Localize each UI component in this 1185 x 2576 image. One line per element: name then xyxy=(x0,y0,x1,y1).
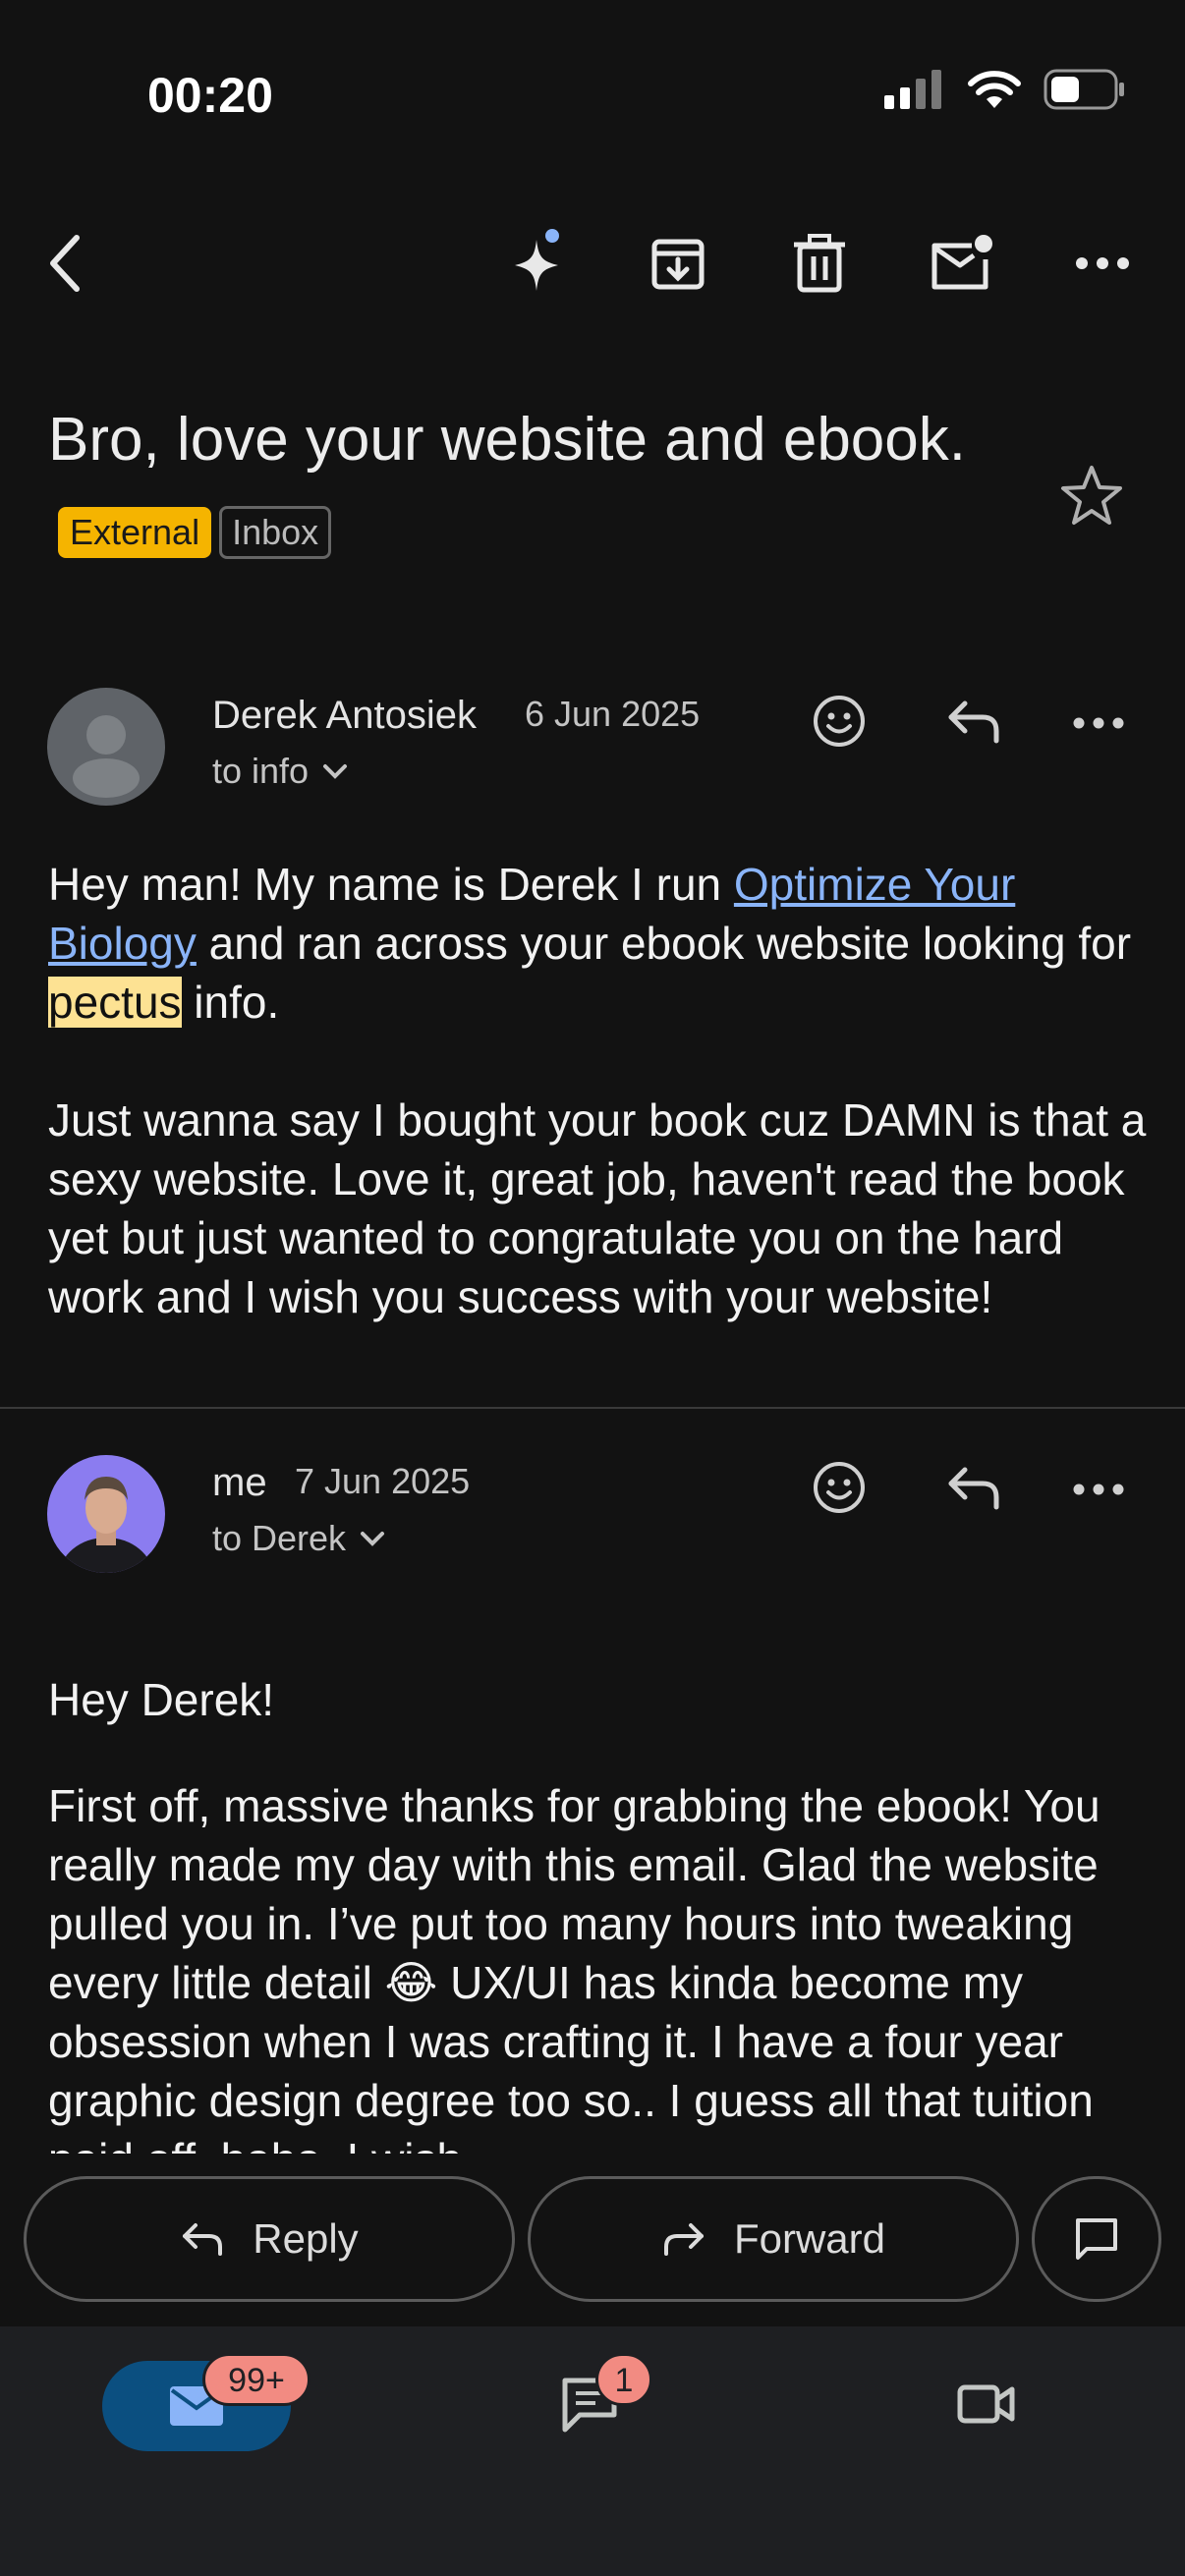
search-highlight: pectus xyxy=(48,977,182,1028)
email-subject: Bro, love your website and ebook. Externa… xyxy=(48,393,1031,582)
my-avatar[interactable] xyxy=(47,1455,165,1573)
body-text: and ran across your ebook website lookin… xyxy=(196,918,1132,969)
mark-unread-button[interactable] xyxy=(926,228,996,299)
recipients-text: to Derek xyxy=(212,1518,347,1558)
body-paragraph: Just wanna say I bought your book cuz DA… xyxy=(48,1094,1147,1322)
forward-label: Forward xyxy=(733,2215,886,2262)
video-camera-icon xyxy=(957,2384,1015,2424)
sender-name: Derek Antosiek xyxy=(212,694,478,737)
status-time: 00:20 xyxy=(147,68,273,123)
message-more-button[interactable] xyxy=(1073,716,1124,734)
reply-icon xyxy=(183,2223,223,2256)
chat-reply-button[interactable] xyxy=(1032,2176,1161,2302)
body-paragraph: First off, massive thanks for grabbing t… xyxy=(48,1776,1149,2154)
body-text: info. xyxy=(181,977,280,1028)
mark-unread-icon xyxy=(931,235,992,290)
battery-icon xyxy=(1044,69,1124,110)
nav-meet[interactable] xyxy=(957,2381,1016,2432)
external-label: External xyxy=(58,506,212,558)
profile-photo-icon xyxy=(59,1477,153,1573)
archive-icon xyxy=(651,239,705,290)
reply-message-button[interactable] xyxy=(945,698,1002,750)
back-button[interactable] xyxy=(29,228,100,299)
reply-label: Reply xyxy=(253,2215,359,2262)
chat-bubble-icon xyxy=(1076,2218,1117,2260)
sparkle-icon xyxy=(515,229,559,291)
person-icon xyxy=(73,715,140,798)
message-divider xyxy=(0,1407,1185,1409)
more-icon xyxy=(1076,257,1129,269)
chat-unread-badge: 1 xyxy=(595,2353,652,2406)
body-paragraph: Hey Derek! xyxy=(48,1674,275,1725)
chevron-left-icon xyxy=(50,235,80,292)
forward-icon xyxy=(663,2223,704,2256)
message-more-button[interactable] xyxy=(1073,1483,1124,1500)
wifi-icon xyxy=(968,71,1021,108)
mail-unread-badge: 99+ xyxy=(202,2353,310,2406)
inbox-label[interactable]: Inbox xyxy=(219,505,332,559)
more-icon xyxy=(1073,717,1124,729)
cellular-signal-icon xyxy=(884,70,941,109)
react-button[interactable] xyxy=(812,1460,867,1520)
reply-icon xyxy=(948,1467,999,1510)
sender-avatar[interactable] xyxy=(47,688,165,806)
recipients-toggle[interactable]: to info xyxy=(212,751,348,792)
delete-button[interactable] xyxy=(784,228,855,299)
archive-button[interactable] xyxy=(643,228,713,299)
react-button[interactable] xyxy=(812,694,867,754)
subject-text: Bro, love your website and ebook. xyxy=(48,406,966,474)
forward-button[interactable]: Forward xyxy=(528,2176,1019,2302)
star-icon xyxy=(1061,466,1122,525)
message-date: 7 Jun 2025 xyxy=(295,1461,471,1501)
sender-name: me xyxy=(212,1461,267,1504)
more-icon xyxy=(1073,1484,1124,1495)
recipients-text: to info xyxy=(212,751,310,791)
reply-icon xyxy=(948,700,999,744)
star-button[interactable] xyxy=(1059,464,1124,532)
emoji-icon xyxy=(814,1462,865,1513)
message-body: Hey Derek! First off, massive thanks for… xyxy=(48,1670,1149,2154)
gemini-button[interactable] xyxy=(501,228,572,299)
reply-button[interactable]: Reply xyxy=(24,2176,515,2302)
message-body: Hey man! My name is Derek I run Optimize… xyxy=(48,855,1149,1326)
trash-icon xyxy=(794,234,845,293)
laughing-emoji: 😂 xyxy=(384,1957,438,2008)
body-text: Hey man! My name is Derek I run xyxy=(48,859,734,910)
chevron-down-icon xyxy=(361,1532,385,1546)
message-date: 6 Jun 2025 xyxy=(525,694,701,734)
recipients-toggle[interactable]: to Derek xyxy=(212,1518,385,1559)
emoji-icon xyxy=(814,696,865,747)
more-options-button[interactable] xyxy=(1067,228,1138,299)
status-icons xyxy=(884,69,1126,110)
chevron-down-icon xyxy=(323,764,348,779)
reply-message-button[interactable] xyxy=(945,1464,1002,1516)
